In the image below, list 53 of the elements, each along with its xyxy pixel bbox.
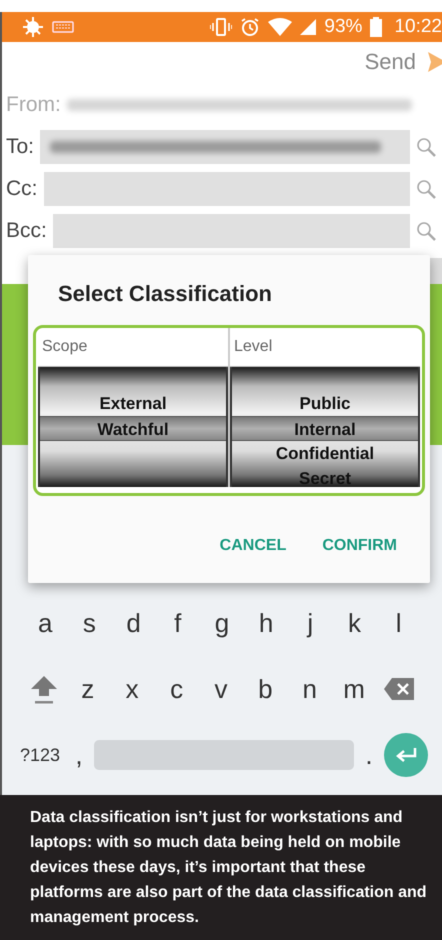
picker-option[interactable]: Confidential — [232, 441, 418, 466]
key[interactable]: f — [162, 608, 193, 638]
dialog-title: Select Classification — [58, 281, 273, 308]
signal-icon — [300, 19, 316, 35]
key[interactable]: a — [30, 608, 60, 638]
key[interactable]: , — [64, 740, 94, 770]
picker-wheel[interactable]: Public Internal Confidential Secret — [230, 367, 420, 487]
clock-time: 10:22 — [394, 16, 442, 38]
key[interactable]: c — [162, 674, 192, 704]
key[interactable]: s — [74, 608, 104, 638]
picker-wheel[interactable]: External Watchful — [38, 367, 228, 487]
search-icon[interactable] — [416, 221, 436, 241]
key[interactable]: b — [250, 674, 280, 704]
picker-option[interactable]: Public — [232, 391, 418, 416]
vibrate-icon — [210, 17, 232, 37]
key[interactable]: n — [294, 674, 325, 704]
enter-button[interactable] — [384, 733, 428, 777]
key[interactable]: v — [206, 674, 236, 704]
search-icon[interactable] — [416, 137, 436, 157]
picker-option[interactable]: Internal — [232, 416, 418, 441]
caption: Data classification isn’t just for workstations and laptops: with so much data being held on mobile devices these days, it’s important that these platforms are also part of the data classification and management process. — [30, 808, 428, 928]
recipient-field[interactable] — [40, 130, 410, 164]
key[interactable]: d — [118, 608, 149, 638]
key[interactable]: . — [354, 740, 384, 770]
key[interactable]: k — [340, 608, 370, 638]
recipient-field[interactable] — [52, 214, 410, 248]
enter-icon — [395, 748, 418, 762]
send-button[interactable]: Send — [364, 49, 416, 75]
backspace-icon[interactable] — [384, 678, 414, 700]
key[interactable]: j — [295, 608, 326, 638]
keyboard-icon — [52, 20, 74, 34]
key[interactable]: l — [384, 608, 414, 638]
battery-percent: 93% — [324, 16, 362, 38]
key[interactable]: h — [251, 608, 282, 638]
notification-icon — [22, 16, 44, 38]
symbols-key[interactable]: ?123 — [16, 744, 64, 766]
picker-option[interactable]: External — [40, 391, 226, 416]
field-label: Cc: — [6, 177, 38, 201]
key[interactable]: x — [117, 674, 148, 704]
field-label: To: — [6, 135, 34, 159]
key[interactable]: m — [339, 674, 370, 704]
picker-option[interactable]: Watchful — [40, 416, 226, 441]
field-label: Bcc: — [6, 219, 47, 243]
shift-icon[interactable] — [30, 674, 58, 704]
key[interactable]: z — [72, 674, 103, 704]
recipient-field[interactable] — [44, 172, 410, 206]
key[interactable]: g — [206, 608, 237, 638]
wifi-icon — [268, 18, 292, 36]
search-icon[interactable] — [416, 179, 436, 199]
send-icon[interactable] — [428, 52, 442, 72]
field-label: From: — [6, 93, 61, 117]
battery-icon — [370, 17, 382, 37]
alarm-icon — [240, 17, 260, 37]
